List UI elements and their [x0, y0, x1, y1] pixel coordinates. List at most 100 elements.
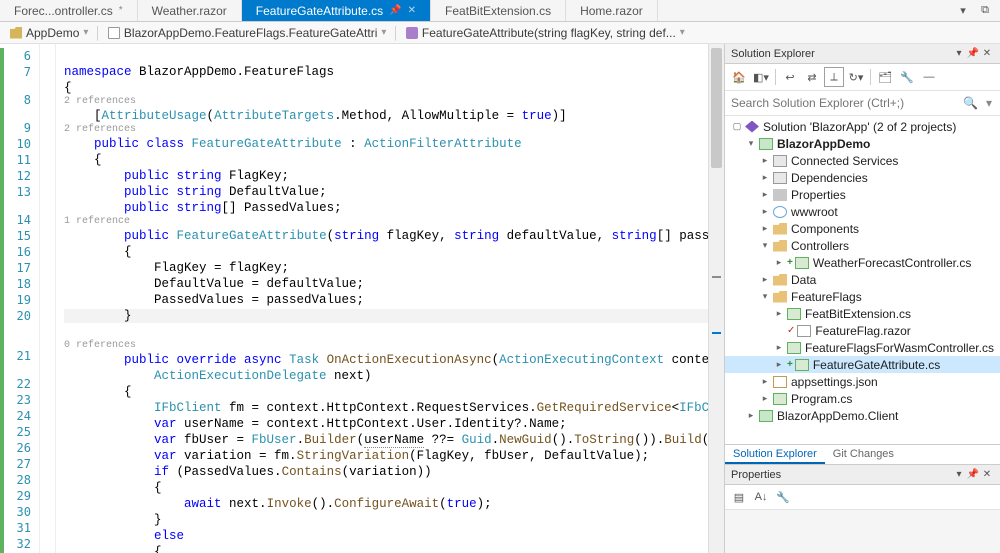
code-area[interactable]: namespace BlazorAppDemo.FeatureFlags { 2…	[56, 44, 708, 553]
wrench-icon[interactable]: 🔧	[773, 487, 793, 507]
tree-node[interactable]: ▸ wwwroot	[725, 203, 1000, 220]
breadcrumb-separator: │	[94, 26, 102, 40]
expander-icon[interactable]: ▸	[745, 410, 757, 421]
code-editor[interactable]: 6789101112131415161718192021222324252627…	[0, 44, 724, 553]
node-label: FeatureFlagsForWasmController.cs	[805, 341, 994, 355]
refresh-icon[interactable]: ↻▾	[846, 67, 866, 87]
expander-icon[interactable]: ▸	[773, 359, 785, 370]
tree-node[interactable]: ▾ BlazorAppDemo	[725, 135, 1000, 152]
tab-label: FeatBitExtension.cs	[445, 4, 551, 18]
file-icon	[773, 376, 787, 388]
pin-icon[interactable]: 📌	[966, 48, 980, 59]
expander-icon[interactable]: ▸	[759, 172, 771, 183]
tab-git-changes[interactable]: Git Changes	[825, 445, 902, 464]
file-icon	[773, 155, 787, 167]
panel-title-bar[interactable]: Properties ▾ 📌 ✕	[725, 465, 1000, 485]
close-icon[interactable]: ✕	[408, 5, 416, 16]
breadcrumb-member[interactable]: FeatureGateAttribute(string flagKey, str…	[402, 26, 689, 40]
pin-icon[interactable]: 📌	[389, 5, 401, 16]
method-icon	[406, 27, 418, 39]
expander-icon[interactable]: ▸	[759, 274, 771, 285]
pin-icon[interactable]: 📌	[966, 469, 980, 480]
properties-grid[interactable]	[725, 509, 1000, 553]
split-editor-icon[interactable]: ⧉	[976, 2, 994, 20]
close-icon[interactable]: ✕	[980, 469, 994, 480]
expander-icon[interactable]: ▾	[759, 291, 771, 302]
fold-gutter[interactable]	[40, 44, 56, 553]
switch-views-icon[interactable]: ◧▾	[751, 67, 771, 87]
expander-icon[interactable]: ▸	[773, 308, 785, 319]
panel-bottom-tabs: Solution Explorer Git Changes	[725, 444, 1000, 464]
sync-with-active-icon[interactable]: ⟂	[824, 67, 844, 87]
overflow-menu-icon[interactable]: ▾	[954, 2, 972, 20]
alphabetical-icon[interactable]: A↓	[751, 487, 771, 507]
close-icon[interactable]: *	[119, 5, 123, 16]
tree-node[interactable]: ▸ + WeatherForecastController.cs	[725, 254, 1000, 271]
tree-node[interactable]: ▾ FeatureFlags	[725, 288, 1000, 305]
scrollbar-thumb[interactable]	[711, 48, 722, 168]
search-icon[interactable]: 🔍	[959, 96, 982, 110]
document-tab[interactable]: Home.razor	[566, 0, 658, 21]
solution-node[interactable]: ▢ Solution 'BlazorApp' (2 of 2 projects)	[725, 118, 1000, 135]
expander-icon[interactable]: ▸	[759, 223, 771, 234]
breadcrumb-project[interactable]: AppDemo ▾	[6, 26, 92, 40]
dropdown-icon[interactable]: ▾	[952, 48, 966, 59]
tree-node[interactable]: ▸ FeatureFlagsForWasmController.cs	[725, 339, 1000, 356]
expander-icon[interactable]: ▸	[759, 376, 771, 387]
expander-icon[interactable]: ▾	[745, 138, 757, 149]
codelens[interactable]: 2 references	[64, 96, 708, 108]
codelens[interactable]: 0 references	[64, 340, 708, 352]
search-input[interactable]	[729, 93, 959, 113]
file-icon	[773, 206, 787, 218]
chevron-down-icon: ▾	[381, 27, 386, 38]
show-all-files-icon[interactable]: 🗂	[875, 67, 895, 87]
document-tab[interactable]: Forec...ontroller.cs *	[0, 0, 138, 21]
forward-icon[interactable]: ⇄	[802, 67, 822, 87]
codelens[interactable]: 2 references	[64, 124, 708, 136]
breadcrumb-label: FeatureGateAttribute(string flagKey, str…	[422, 26, 676, 40]
solution-search[interactable]: 🔍 ▾	[725, 91, 1000, 116]
tree-node[interactable]: ▸ FeatBitExtension.cs	[725, 305, 1000, 322]
tree-node[interactable]: ▸ BlazorAppDemo.Client	[725, 407, 1000, 424]
breadcrumb-namespace[interactable]: BlazorAppDemo.FeatureFlags.FeatureGateAt…	[104, 26, 390, 40]
tree-node[interactable]: ▸ appsettings.json	[725, 373, 1000, 390]
back-icon[interactable]: ↩	[780, 67, 800, 87]
document-tab[interactable]: Weather.razor	[138, 0, 242, 21]
tree-node[interactable]: ▸ Components	[725, 220, 1000, 237]
expander-icon[interactable]: ▸	[773, 257, 785, 268]
home-icon[interactable]: 🏠	[729, 67, 749, 87]
expander-icon[interactable]: ▸	[759, 155, 771, 166]
tree-node[interactable]: ▾ Controllers	[725, 237, 1000, 254]
tree-node[interactable]: ✓ FeatureFlag.razor	[725, 322, 1000, 339]
file-icon	[773, 172, 787, 184]
tree-node[interactable]: ▸ Dependencies	[725, 169, 1000, 186]
expander-icon[interactable]: ▢	[731, 121, 743, 132]
expander-icon[interactable]: ▸	[759, 189, 771, 200]
panel-title-bar[interactable]: Solution Explorer ▾ 📌 ✕	[725, 44, 1000, 64]
expander-icon[interactable]: ▸	[773, 342, 785, 353]
document-tab[interactable]: FeatBitExtension.cs	[431, 0, 566, 21]
editor-scrollbar[interactable]	[708, 44, 724, 553]
preview-icon[interactable]: —	[919, 67, 939, 87]
codelens[interactable]: 1 reference	[64, 216, 708, 228]
tree-node[interactable]: ▸ Properties	[725, 186, 1000, 203]
solution-tree[interactable]: ▢ Solution 'BlazorApp' (2 of 2 projects)…	[725, 116, 1000, 444]
chevron-down-icon[interactable]: ▾	[982, 96, 996, 110]
dropdown-icon[interactable]: ▾	[952, 469, 966, 480]
tree-node[interactable]: ▸ Program.cs	[725, 390, 1000, 407]
file-icon	[773, 274, 787, 286]
tree-node[interactable]: ▸ Data	[725, 271, 1000, 288]
properties-icon[interactable]: 🔧	[897, 67, 917, 87]
expander-icon[interactable]: ▸	[759, 393, 771, 404]
node-label: Dependencies	[791, 171, 868, 185]
tab-solution-explorer[interactable]: Solution Explorer	[725, 445, 825, 464]
categorized-icon[interactable]: ▤	[729, 487, 749, 507]
tree-node[interactable]: ▸ + FeatureGateAttribute.cs	[725, 356, 1000, 373]
close-icon[interactable]: ✕	[980, 48, 994, 59]
tab-label: Forec...ontroller.cs	[14, 4, 113, 18]
solution-explorer-panel: Solution Explorer ▾ 📌 ✕ 🏠 ◧▾ ↩ ⇄ ⟂ ↻▾ 🗂 …	[724, 44, 1000, 553]
expander-icon[interactable]: ▾	[759, 240, 771, 251]
document-tab-active[interactable]: FeatureGateAttribute.cs 📌 ✕	[242, 0, 431, 21]
tree-node[interactable]: ▸ Connected Services	[725, 152, 1000, 169]
expander-icon[interactable]: ▸	[759, 206, 771, 217]
